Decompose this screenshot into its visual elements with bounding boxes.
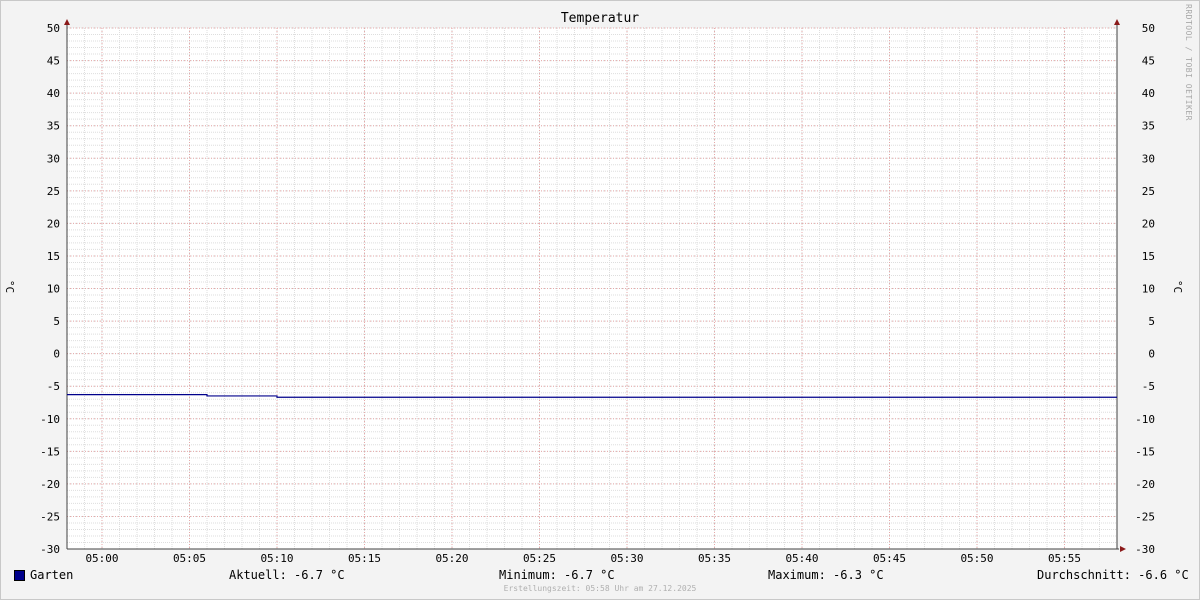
y-tick-label-right: -5	[1142, 380, 1155, 393]
legend-series-name: Garten	[30, 568, 74, 582]
legend-color-swatch	[14, 570, 25, 581]
x-tick-label: 05:10	[260, 552, 293, 565]
x-tick-label: 05:00	[85, 552, 118, 565]
y-tick-label-left: 5	[53, 315, 60, 328]
y-tick-label-left: -10	[40, 413, 60, 426]
x-tick-label: 05:20	[435, 552, 468, 565]
grid	[66, 27, 1118, 550]
stat-maximum: Maximum: -6.3 °C	[768, 568, 884, 582]
chart-title: Temperatur	[560, 11, 640, 26]
stat-average: Durchschnitt: -6.6 °C	[1037, 568, 1189, 582]
y-tick-label-right: 25	[1142, 185, 1155, 198]
y-tick-label-left: 40	[47, 87, 60, 100]
x-tick-label: 05:25	[523, 552, 556, 565]
y-tick-label-left: -15	[40, 445, 60, 458]
y-tick-label-right: 30	[1142, 152, 1155, 165]
y-tick-label-left: 0	[53, 348, 60, 361]
y-tick-label-right: 15	[1142, 250, 1155, 263]
y-tick-label-right: 5	[1148, 315, 1155, 328]
y-tick-label-right: 0	[1148, 348, 1155, 361]
y-tick-label-left: 45	[47, 55, 60, 68]
y-tick-label-right: -15	[1135, 445, 1155, 458]
y-tick-label-left: 30	[47, 152, 60, 165]
y-tick-label-left: 35	[47, 120, 60, 133]
stat-minimum: Minimum: -6.7 °C	[499, 568, 615, 582]
stat-current: Aktuell: -6.7 °C	[229, 568, 345, 582]
y-axis-label-right: °C	[1171, 279, 1185, 294]
y-tick-label-left: 10	[47, 283, 60, 296]
y-tick-label-right: 35	[1142, 120, 1155, 133]
x-tick-label: 05:40	[785, 552, 818, 565]
y-tick-label-right: -30	[1135, 543, 1155, 556]
creation-timestamp: Erstellungszeit: 05:58 Uhr am 27.12.2025	[503, 584, 697, 593]
y-tick-label-right: 20	[1142, 217, 1155, 230]
x-tick-label: 05:35	[698, 552, 731, 565]
y-tick-label-left: 15	[47, 250, 60, 263]
x-tick-label: 05:45	[873, 552, 906, 565]
x-tick-label: 05:55	[1048, 552, 1081, 565]
y-tick-label-right: -20	[1135, 478, 1155, 491]
y-axis-label-left: °C	[3, 279, 17, 294]
y-tick-label-left: 20	[47, 217, 60, 230]
y-tick-label-right: -10	[1135, 413, 1155, 426]
legend: Garten Aktuell: -6.7 °C Minimum: -6.7 °C…	[0, 567, 1200, 585]
y-tick-label-left: -20	[40, 478, 60, 491]
y-tick-label-left: 25	[47, 185, 60, 198]
y-tick-label-right: 10	[1142, 283, 1155, 296]
y-tick-label-left: -5	[47, 380, 60, 393]
y-tick-label-left: -30	[40, 543, 60, 556]
y-tick-label-right: -25	[1135, 510, 1155, 523]
x-tick-label: 05:15	[348, 552, 381, 565]
temperature-chart: 50 5045 4540 4035 3530 3025 2520 2015 1510 105 50 0…	[40, 19, 1155, 565]
y-tick-label-right: 40	[1142, 87, 1155, 100]
y-tick-label-left: -25	[40, 510, 60, 523]
rrdtool-watermark: RRDTOOL / TOBI OETIKER	[1184, 4, 1193, 121]
y-tick-label-right: 45	[1142, 55, 1155, 68]
x-axis-arrow	[1120, 546, 1126, 552]
x-tick-label: 05:50	[960, 552, 993, 565]
x-tick-label: 05:30	[610, 552, 643, 565]
x-tick-label: 05:05	[173, 552, 206, 565]
